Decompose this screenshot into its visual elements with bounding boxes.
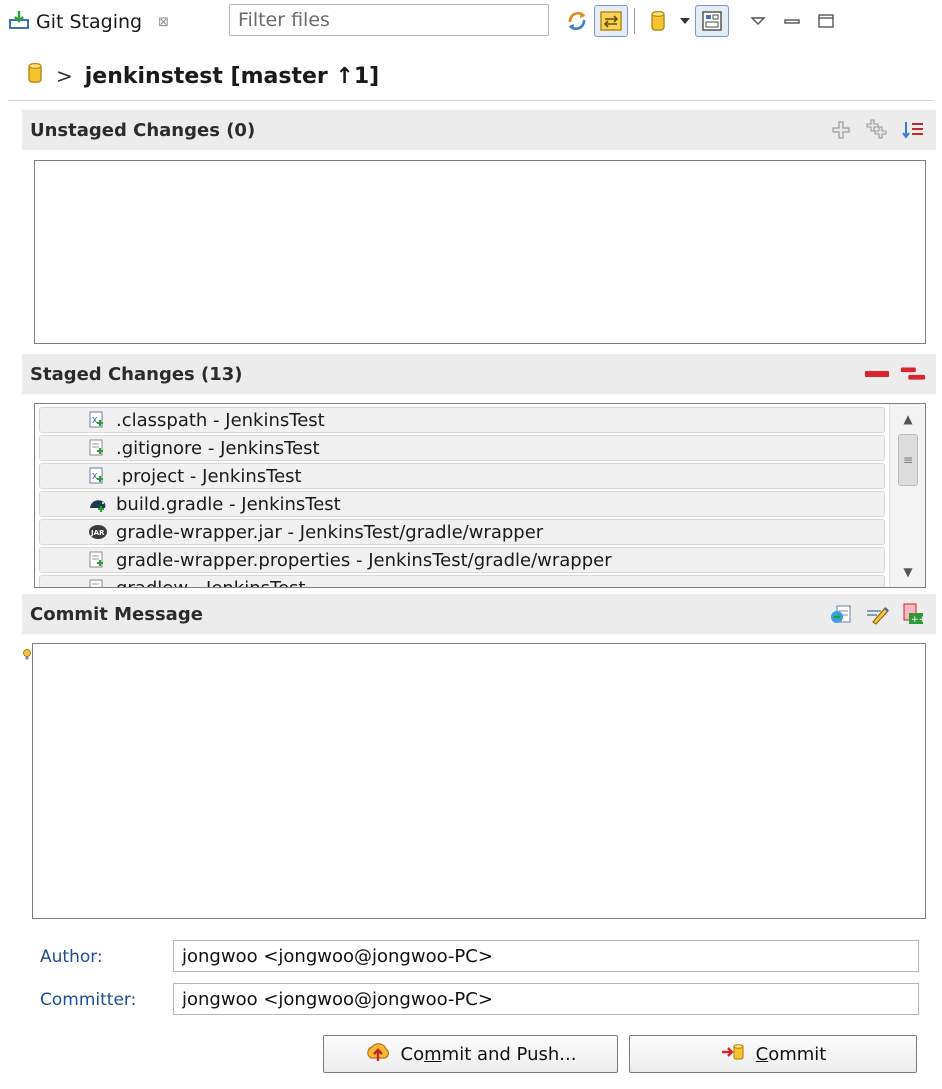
file-label: .classpath - JenkinsTest bbox=[116, 409, 325, 431]
file-label: .gitignore - JenkinsTest bbox=[116, 437, 320, 459]
text-file-added-icon bbox=[88, 439, 106, 457]
list-item[interactable]: X .project - JenkinsTest bbox=[39, 463, 885, 489]
commit-message-header: Commit Message ++ bbox=[22, 594, 936, 634]
link-with-selection-icon[interactable] bbox=[594, 5, 628, 37]
commit-icon bbox=[720, 1041, 746, 1068]
repository-branch-label: jenkinstest [master ↑1] bbox=[84, 63, 380, 89]
view-toolbar: Git Staging ⊠ bbox=[0, 0, 942, 44]
git-staging-icon bbox=[8, 9, 30, 36]
breadcrumb-separator: > bbox=[56, 64, 73, 88]
remove-from-index-icon[interactable] bbox=[864, 361, 890, 387]
repository-icon[interactable] bbox=[641, 5, 675, 37]
committer-label: Committer: bbox=[40, 990, 137, 1010]
commit-message-input[interactable] bbox=[32, 643, 926, 919]
svg-text:JAR: JAR bbox=[90, 529, 105, 537]
committer-field[interactable] bbox=[173, 983, 919, 1015]
gradle-file-added-icon bbox=[88, 495, 106, 513]
file-label: build.gradle - JenkinsTest bbox=[116, 493, 341, 515]
text-file-added-icon bbox=[88, 579, 106, 587]
file-label: .project - JenkinsTest bbox=[116, 465, 302, 487]
toolbar-actions bbox=[560, 4, 843, 38]
staged-list-scrollbar[interactable]: ▲ ≡ ▼ bbox=[889, 404, 925, 587]
commit-label: Commit bbox=[755, 1043, 827, 1065]
repository-header: > jenkinstest [master ↑1] bbox=[26, 56, 379, 96]
sort-list-icon[interactable] bbox=[900, 117, 926, 143]
add-signed-off-by-icon[interactable] bbox=[864, 601, 890, 627]
maximize-icon[interactable] bbox=[809, 5, 843, 37]
staged-changes-title: Staged Changes (13) bbox=[30, 363, 243, 385]
commit-and-push-button[interactable]: Commit and Push... bbox=[323, 1035, 618, 1073]
view-menu-icon[interactable] bbox=[741, 5, 775, 37]
xml-file-added-icon: X bbox=[88, 467, 106, 485]
scroll-down-arrow-icon[interactable]: ▼ bbox=[890, 559, 925, 585]
tab-title: Git Staging bbox=[36, 11, 143, 33]
push-upload-icon bbox=[365, 1040, 391, 1069]
commit-and-push-label: Commit and Push... bbox=[400, 1043, 577, 1065]
file-label: gradlew - JenkinsTest bbox=[116, 577, 306, 588]
remove-all-from-index-icon[interactable] bbox=[900, 361, 926, 387]
list-item[interactable]: .gitignore - JenkinsTest bbox=[39, 435, 885, 461]
author-label: Author: bbox=[40, 947, 103, 967]
file-label: gradle-wrapper.jar - JenkinsTest/gradle/… bbox=[116, 521, 544, 543]
commit-message-title: Commit Message bbox=[30, 603, 203, 625]
list-item[interactable]: X .classpath - JenkinsTest bbox=[39, 407, 885, 433]
jar-file-added-icon: JAR bbox=[88, 523, 107, 541]
add-change-id-icon[interactable]: ++ bbox=[900, 601, 926, 627]
toolbar-separator bbox=[634, 8, 635, 34]
staged-changes-list[interactable]: X .classpath - JenkinsTest .gitignore - … bbox=[34, 403, 926, 588]
filter-files-input[interactable] bbox=[229, 4, 549, 36]
add-to-index-icon[interactable] bbox=[828, 117, 854, 143]
file-label: gradle-wrapper.properties - JenkinsTest/… bbox=[116, 549, 612, 571]
presentation-mode-icon[interactable] bbox=[695, 5, 729, 37]
unstaged-changes-header: Unstaged Changes (0) bbox=[22, 110, 936, 150]
minimize-icon[interactable] bbox=[775, 5, 809, 37]
staged-changes-header: Staged Changes (13) bbox=[22, 354, 936, 394]
scrollbar-thumb[interactable]: ≡ bbox=[898, 434, 918, 486]
repository-icon bbox=[26, 61, 44, 91]
content-assist-bulb-icon bbox=[22, 646, 32, 660]
unstaged-changes-title: Unstaged Changes (0) bbox=[30, 119, 256, 141]
list-item[interactable]: JAR gradle-wrapper.jar - JenkinsTest/gra… bbox=[39, 519, 885, 545]
unstaged-changes-list[interactable] bbox=[34, 160, 926, 344]
xml-file-added-icon: X bbox=[88, 411, 106, 429]
commit-button[interactable]: Commit bbox=[629, 1035, 917, 1073]
tab-git-staging[interactable]: Git Staging ⊠ bbox=[8, 4, 169, 40]
text-file-added-icon bbox=[88, 551, 106, 569]
svg-text:++: ++ bbox=[911, 615, 925, 625]
author-field[interactable] bbox=[173, 940, 919, 972]
amend-commit-icon[interactable] bbox=[828, 601, 854, 627]
close-icon[interactable]: ⊠ bbox=[158, 15, 169, 30]
dropdown-arrow-icon[interactable] bbox=[675, 5, 695, 37]
add-all-to-index-icon[interactable] bbox=[864, 117, 890, 143]
list-item[interactable]: gradle-wrapper.properties - JenkinsTest/… bbox=[39, 547, 885, 573]
scroll-up-arrow-icon[interactable]: ▲ bbox=[890, 406, 925, 432]
header-divider bbox=[8, 100, 934, 101]
list-item[interactable]: gradlew - JenkinsTest bbox=[39, 575, 885, 588]
list-item[interactable]: build.gradle - JenkinsTest bbox=[39, 491, 885, 517]
refresh-icon[interactable] bbox=[560, 5, 594, 37]
